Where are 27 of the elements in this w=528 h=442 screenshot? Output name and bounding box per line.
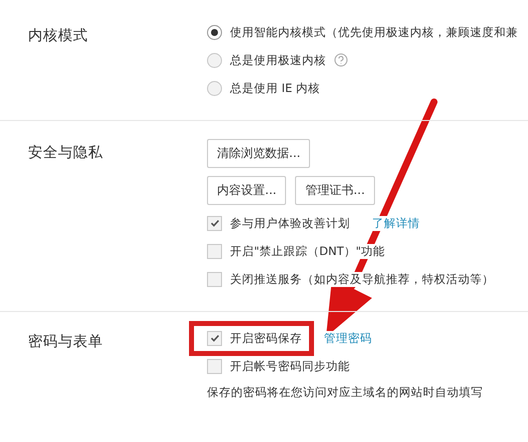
settings-button[interactable]: 清除浏览数据...	[207, 139, 310, 168]
radio-button[interactable]	[207, 80, 222, 96]
help-icon[interactable]	[334, 53, 348, 67]
section-title: 安全与隐私	[27, 144, 104, 163]
radio-label: 总是使用 IE 内核	[230, 80, 320, 96]
checkbox-label: 开启密码保存	[230, 330, 302, 346]
settings-button[interactable]: 管理证书...	[295, 176, 375, 205]
link[interactable]: 了解详情	[372, 216, 420, 230]
checkbox-label: 开启帐号密码同步功能	[230, 358, 350, 374]
radio-label: 使用智能内核模式（优先使用极速内核，兼顾速度和兼	[230, 24, 518, 40]
checkbox[interactable]	[207, 244, 222, 258]
checkmark-icon	[208, 332, 220, 344]
checkbox-label: 参与用户体验改善计划	[230, 216, 350, 230]
section-title: 密码与表单	[27, 332, 104, 352]
checkbox[interactable]	[207, 358, 222, 374]
hint-text: 保存的密码将在您访问对应主域名的网站时自动填写	[207, 384, 483, 400]
settings-button[interactable]: 内容设置...	[207, 176, 286, 205]
link[interactable]: 管理密码	[324, 330, 372, 346]
checkbox[interactable]	[207, 272, 222, 286]
section-title: 内核模式	[27, 27, 89, 46]
radio-button[interactable]	[207, 24, 222, 40]
radio-label: 总是使用极速内核	[230, 52, 326, 68]
checkbox[interactable]	[207, 216, 222, 230]
checkbox[interactable]	[207, 330, 222, 346]
checkmark-icon	[208, 217, 220, 229]
radio-button[interactable]	[207, 52, 222, 68]
checkbox-label: 开启"禁止跟踪（DNT）"功能	[230, 244, 386, 258]
